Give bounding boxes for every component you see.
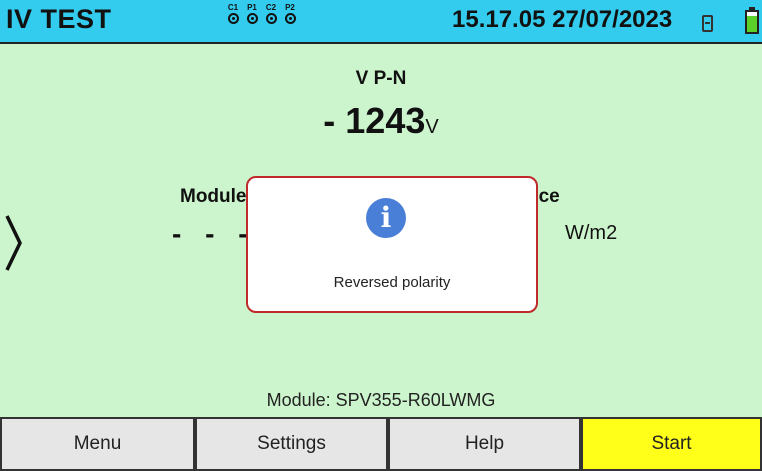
battery-icon <box>745 7 759 34</box>
vpn-label: V P-N <box>355 68 407 89</box>
bottom-button-bar: Menu Settings Help Start <box>0 417 762 471</box>
vpn-value: - 1243 <box>323 100 426 141</box>
reversed-polarity-dialog[interactable]: i Reversed polarity <box>246 176 538 313</box>
probe-p2: P2 <box>282 3 298 24</box>
probe-label: P2 <box>285 3 295 12</box>
page-title: IV TEST <box>6 4 112 34</box>
probe-c2: C2 <box>263 3 279 24</box>
probe-connector-icon <box>284 13 296 24</box>
info-icon: i <box>366 198 406 238</box>
probe-label: C1 <box>227 3 239 12</box>
probe-indicators: C1 P1 C2 P2 <box>225 3 298 24</box>
chevron-right-icon[interactable] <box>4 214 24 272</box>
memory-icon <box>702 15 713 32</box>
start-button[interactable]: Start <box>581 417 762 471</box>
irradiance-unit: W/m2 <box>565 222 618 244</box>
probe-connector-icon <box>227 13 239 24</box>
probe-connector-icon <box>265 13 277 24</box>
datetime-display: 15.17.05 27/07/2023 <box>452 6 673 33</box>
dialog-message: Reversed polarity <box>333 274 451 291</box>
settings-button[interactable]: Settings <box>195 417 388 471</box>
module-name: Module: SPV355-R60LWMG <box>266 390 496 410</box>
module-temp-label: Module <box>180 186 247 207</box>
iv-test-screen: IV TEST C1 P1 C2 P2 15.17.05 27/07/2023 … <box>0 0 762 471</box>
help-button[interactable]: Help <box>388 417 581 471</box>
menu-button[interactable]: Menu <box>0 417 195 471</box>
probe-p1: P1 <box>244 3 260 24</box>
probe-c1: C1 <box>225 3 241 24</box>
vpn-reading: - 1243V <box>0 100 762 142</box>
probe-connector-icon <box>246 13 258 24</box>
vpn-unit: V <box>425 116 439 138</box>
probe-label: C2 <box>265 3 277 12</box>
probe-label: P1 <box>247 3 257 12</box>
header-bar: IV TEST C1 P1 C2 P2 15.17.05 27/07/2023 <box>0 0 762 44</box>
